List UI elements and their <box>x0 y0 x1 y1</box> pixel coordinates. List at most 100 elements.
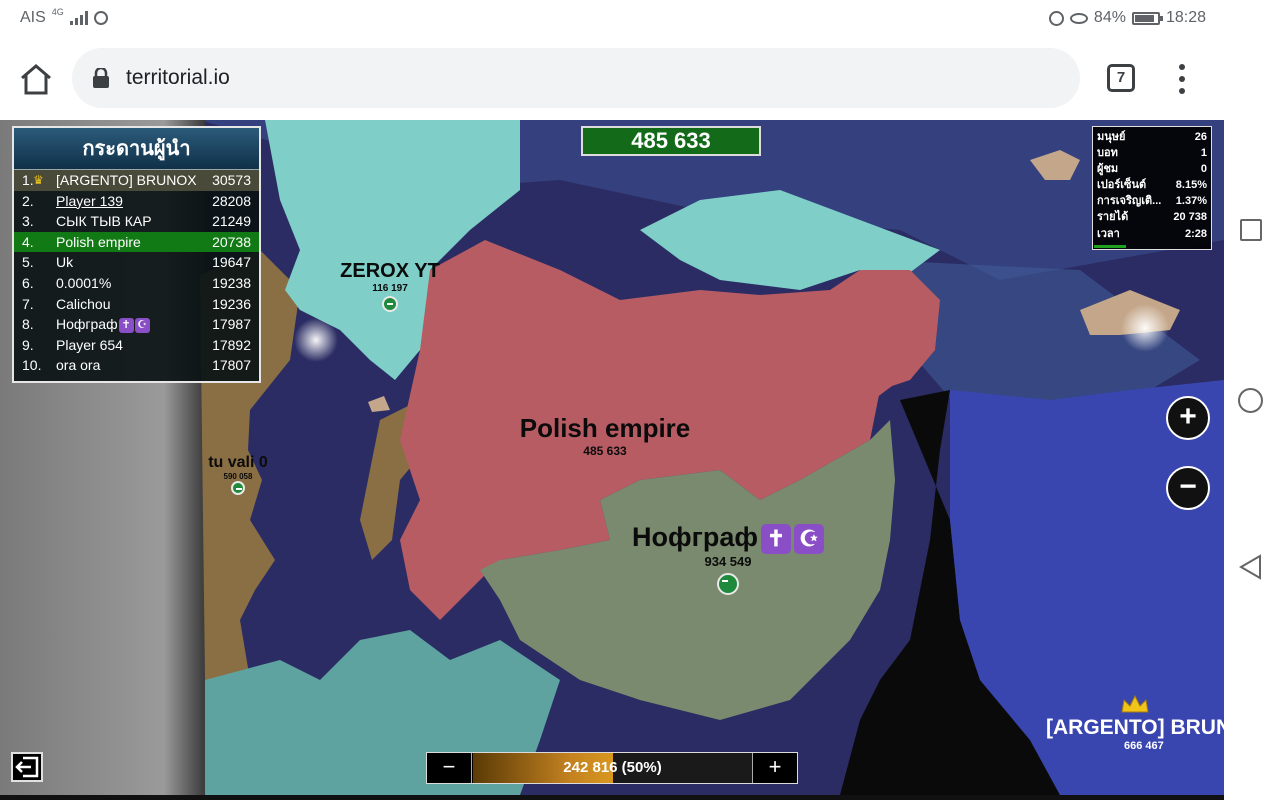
leaderboard-score: 19238 <box>212 274 251 291</box>
time-progress-bar <box>1094 245 1126 248</box>
alliance-badge-icon <box>382 296 398 312</box>
leaderboard-row[interactable]: 3. СЫК ТЫВ КАР 21249 <box>14 211 259 232</box>
crown-icon <box>1121 694 1149 713</box>
leaderboard-rank: 6. <box>22 274 34 291</box>
clock: 18:28 <box>1165 9 1206 26</box>
leaderboard-panel: กระดานผู้นำ 1. ♛ [ARGENTO] BRUNOX 30573 … <box>12 126 261 383</box>
attack-decrease-button[interactable]: − <box>427 753 472 783</box>
leaderboard-player-name: Calichou <box>56 295 111 312</box>
tab-switcher-button[interactable]: 7 <box>1107 64 1135 92</box>
leaderboard-row[interactable]: 9. Player 654 17892 <box>14 335 259 356</box>
leaderboard-rank: 2. <box>22 192 34 209</box>
leaderboard-rank: 3. <box>22 213 34 230</box>
zoom-in-button[interactable]: + <box>1166 396 1210 440</box>
leaderboard-score: 19236 <box>212 295 251 312</box>
leaderboard-score: 17987 <box>212 316 251 333</box>
attack-increase-button[interactable]: + <box>752 753 797 783</box>
attack-amount-text: 242 816 (50%) <box>563 759 662 776</box>
stat-value: 1 <box>1200 147 1207 160</box>
status-bar: AIS 4G 84% 18:28 <box>0 0 1224 36</box>
territory-population: 485 633 <box>583 444 627 458</box>
stat-label: รายได้ <box>1097 211 1129 224</box>
game-stats-panel: มนุษย์ 26 บอท 1 ผู้ชม 0 เปอร์เซ็นต์ 8.15% กา… <box>1092 126 1212 250</box>
recents-button[interactable] <box>1240 219 1262 241</box>
stat-label: บอท <box>1097 147 1118 160</box>
leaderboard-row[interactable]: 5. Uk 19647 <box>14 252 259 273</box>
territory-label-nofgraf: Нофграф ✝ ☪ 934 549 <box>618 522 838 595</box>
leaderboard-row-self[interactable]: 4. Polish empire 20738 <box>14 231 259 253</box>
territory-population: 666 467 <box>1124 740 1164 752</box>
territory-label-zerox-yt: ZEROX YT 116 197 <box>330 260 450 312</box>
zoom-out-button[interactable]: − <box>1166 466 1210 510</box>
stat-row: รายได้ 20 738 <box>1097 209 1207 225</box>
leaderboard-rank: 10. <box>22 357 42 374</box>
exit-game-button[interactable] <box>11 752 43 782</box>
territory-name: ZEROX YT <box>340 260 440 282</box>
stat-value: 2:28 <box>1184 227 1207 240</box>
stat-row: เปอร์เซ็นต์ 8.15% <box>1097 177 1207 193</box>
url-text: territorial.io <box>126 66 230 89</box>
home-nav-button[interactable] <box>1238 388 1263 413</box>
leaderboard-row[interactable]: 8. Нофграф ✝ ☪ 17987 <box>14 314 259 335</box>
stat-label: เปอร์เซ็นต์ <box>1097 179 1147 192</box>
stat-row: การเจริญเติ... 1.37% <box>1097 193 1207 209</box>
leaderboard-row[interactable]: 2. Player 139 28208 <box>14 191 259 212</box>
home-button[interactable] <box>18 62 54 96</box>
crown-icon: ♛ <box>33 173 44 187</box>
leaderboard-row[interactable]: 1. ♛ [ARGENTO] BRUNOX 30573 <box>14 170 259 191</box>
leaderboard-list: 1. ♛ [ARGENTO] BRUNOX 30573 2. Player 13… <box>14 170 259 376</box>
territory-name-text: Нофграф <box>632 522 758 552</box>
signal-icon <box>69 11 88 25</box>
stat-row: เวลา 2:28 <box>1097 226 1207 242</box>
leaderboard-score: 28208 <box>212 192 251 209</box>
browser-menu-button[interactable] <box>1172 64 1192 94</box>
leaderboard-row[interactable]: 7. Calichou 19236 <box>14 294 259 315</box>
alliance-badge-icon <box>717 572 739 595</box>
stat-value: 0 <box>1200 163 1207 176</box>
leaderboard-player-name: Uk <box>56 254 74 271</box>
snow-glow <box>1121 304 1169 352</box>
territory-label-polish-empire: Polish empire 485 633 <box>505 413 705 458</box>
territory-name: Polish empire <box>519 413 691 443</box>
leaderboard-rank: 7. <box>22 295 34 312</box>
leaderboard-rank: 9. <box>22 336 34 353</box>
leaderboard-row[interactable]: 6. 0.0001% 19238 <box>14 273 259 294</box>
stat-row: บอท 1 <box>1097 145 1207 161</box>
leaderboard-player-name: ora ora <box>56 357 101 374</box>
stat-value: 8.15% <box>1175 179 1207 192</box>
home-icon <box>21 64 51 95</box>
territory-population: 934 549 <box>704 553 752 569</box>
attack-percentage-bar: − 242 816 (50%) + <box>426 752 798 784</box>
leaderboard-rank: 4. <box>22 233 34 250</box>
network-type-label: 4G <box>51 7 64 17</box>
leaderboard-score: 20738 <box>212 233 251 250</box>
browser-toolbar: territorial.io 7 <box>0 36 1224 120</box>
leaderboard-rank: 5. <box>22 254 34 271</box>
leaderboard-player-name: Player 139 <box>56 192 123 209</box>
data-saver-icon <box>1048 10 1064 26</box>
android-navigation-bar <box>1220 0 1280 800</box>
player-name-text: Нофграф <box>56 316 118 333</box>
address-bar[interactable]: territorial.io <box>72 48 1080 108</box>
lock-icon <box>93 68 109 88</box>
leaderboard-row[interactable]: 10. ora ora 17807 <box>14 355 259 376</box>
back-nav-button[interactable] <box>1238 554 1264 580</box>
attack-slider[interactable]: 242 816 (50%) <box>473 753 752 783</box>
game-canvas[interactable]: ZEROX YT 116 197 Polish empire 485 633 t… <box>0 120 1224 795</box>
cross-emoji-icon: ✝ <box>118 317 134 333</box>
leaderboard-score: 30573 <box>212 172 251 188</box>
star-crescent-emoji-icon: ☪ <box>134 317 150 333</box>
territory-population: 116 197 <box>372 283 408 294</box>
stat-value: 1.37% <box>1175 195 1207 208</box>
leaderboard-title: กระดานผู้นำ <box>14 128 259 170</box>
stat-label: ผู้ชม <box>1097 163 1119 176</box>
exit-icon <box>15 756 39 778</box>
stat-row: มนุษย์ 26 <box>1097 129 1207 145</box>
leaderboard-score: 19647 <box>212 254 251 271</box>
leaderboard-player-name: 0.0001% <box>56 274 112 291</box>
leaderboard-player-name: Player 654 <box>56 336 123 353</box>
leaderboard-player-name: СЫК ТЫВ КАР <box>56 213 152 230</box>
territory-label-argento-brun: [ARGENTO] BRUN 666 467 <box>1040 694 1224 752</box>
hotspot-icon <box>93 11 108 25</box>
stat-value: 20 738 <box>1173 211 1207 224</box>
